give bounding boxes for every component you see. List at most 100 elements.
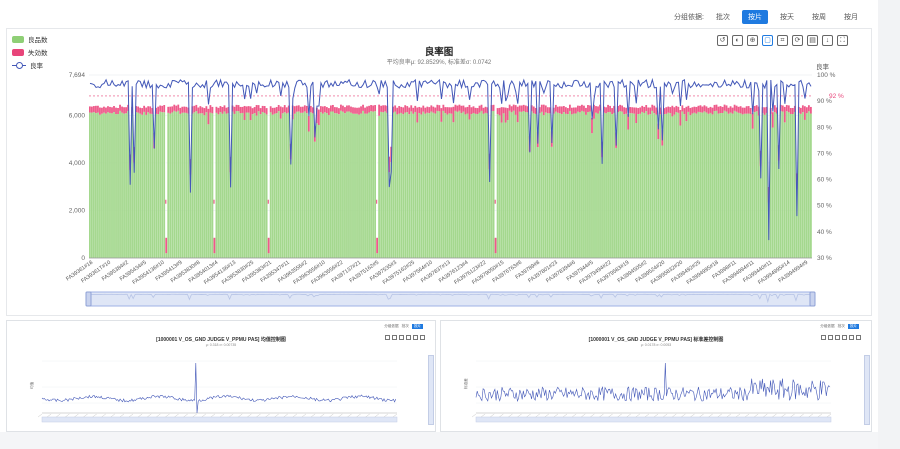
fail-bar	[711, 107, 714, 115]
good-bar	[251, 114, 254, 258]
mini-restore-icon-2[interactable]	[821, 335, 826, 340]
good-bar	[803, 119, 806, 258]
good-bar	[534, 113, 537, 258]
good-bar	[777, 160, 780, 258]
good-bar	[579, 112, 581, 258]
good-bar	[568, 110, 571, 258]
fail-bar	[476, 108, 479, 115]
mini-restore-icon[interactable]	[385, 335, 390, 340]
good-bar	[494, 253, 497, 258]
mini-refresh-icon-2[interactable]	[842, 335, 847, 340]
mini-option-batch-2[interactable]: 批次	[838, 324, 845, 329]
good-bar	[380, 111, 383, 258]
fail-bar	[633, 107, 636, 114]
fail-bar	[669, 107, 672, 114]
fail-bar	[585, 107, 587, 115]
mini-x-tick	[553, 413, 559, 418]
fail-bar	[165, 237, 168, 254]
fail-bar	[609, 105, 611, 112]
gap-fail-mark	[376, 199, 378, 204]
good-bar	[177, 110, 180, 258]
mini-x-tick	[517, 413, 522, 418]
mini-option-wafer-2[interactable]: 按片	[847, 324, 859, 329]
good-bar	[639, 113, 642, 259]
fail-bar	[506, 108, 509, 121]
fail-bar	[193, 105, 196, 113]
good-bar	[346, 111, 348, 259]
mini-zoom-icon-2[interactable]	[828, 335, 833, 340]
fail-bar	[587, 105, 589, 113]
zoom-handle-left[interactable]	[85, 291, 92, 307]
mini-option-batch[interactable]: 批次	[402, 324, 409, 329]
fail-bar	[319, 106, 322, 113]
good-bar	[444, 113, 447, 258]
fail-bar	[271, 107, 274, 115]
mini-select-icon-2[interactable]	[835, 335, 840, 340]
fail-bar	[679, 110, 682, 126]
fail-bar	[408, 107, 411, 115]
good-bar	[518, 111, 521, 258]
fail-bar	[448, 107, 451, 114]
good-bar	[735, 111, 738, 258]
fail-bar	[330, 105, 332, 112]
good-bar	[627, 129, 630, 258]
good-bar	[137, 112, 140, 258]
good-bar	[97, 112, 99, 258]
fail-bar	[325, 107, 328, 114]
mini-data-icon[interactable]	[413, 335, 418, 340]
yield-chart[interactable]: 0 2,000 4,000 6,000 7,694 30 % 40 % 50 % 60 % 70 …	[0, 0, 878, 320]
fail-bar	[595, 106, 597, 113]
fail-bar	[753, 105, 756, 113]
good-bar	[589, 111, 591, 258]
mini-option-wafer[interactable]: 按片	[411, 324, 423, 329]
mini-download-icon-2[interactable]	[856, 335, 861, 340]
fail-bar	[591, 117, 593, 134]
good-bar	[575, 113, 577, 258]
good-bar	[426, 112, 429, 258]
mean-control-chart[interactable]: 均值	[7, 341, 427, 431]
mini-x-tick	[672, 413, 677, 418]
fail-bar	[241, 106, 244, 113]
mini-download-icon[interactable]	[420, 335, 425, 340]
fail-bar	[719, 106, 722, 114]
fail-bar	[400, 106, 403, 113]
mini-select-icon[interactable]	[399, 335, 404, 340]
right-tick-label: 50 %	[817, 203, 832, 210]
fail-bar	[496, 108, 499, 115]
good-bar	[265, 114, 268, 259]
fail-bar	[211, 106, 214, 114]
data-zoom-slider[interactable]	[85, 291, 816, 307]
fail-bar	[484, 106, 487, 113]
mini-zoom-slider[interactable]	[475, 416, 832, 423]
good-bar	[585, 114, 587, 258]
fail-bar	[183, 106, 186, 113]
good-bar	[257, 111, 260, 258]
fail-bar	[558, 106, 561, 114]
fail-bar	[115, 107, 117, 115]
fail-bar	[283, 105, 286, 113]
good-bar	[305, 113, 308, 258]
mini-refresh-icon[interactable]	[406, 335, 411, 340]
mini-data-icon-2[interactable]	[849, 335, 854, 340]
fail-bar	[257, 105, 260, 112]
fail-bar	[143, 105, 146, 112]
fail-bar	[303, 105, 306, 112]
good-bar	[442, 110, 445, 258]
std-control-chart[interactable]: 标准差	[441, 341, 861, 431]
fail-bar	[380, 105, 383, 112]
good-bar	[440, 121, 443, 258]
mini-zoom-slider[interactable]	[41, 416, 398, 423]
mean-chart-vscroll[interactable]	[428, 355, 434, 425]
good-bar	[542, 115, 545, 258]
good-bar	[663, 114, 666, 259]
mini-zoom-icon[interactable]	[392, 335, 397, 340]
good-bar	[631, 113, 634, 258]
good-bar	[307, 131, 310, 258]
zoom-handle-right[interactable]	[809, 291, 816, 307]
page-gutter	[878, 0, 900, 449]
std-chart-vscroll[interactable]	[864, 355, 870, 425]
std-control-chart-card: 分组依据 批次 按片 [1000001 V_OS_GND JUDGE V_PPM…	[440, 320, 872, 432]
good-bar	[163, 112, 166, 259]
fail-bar	[366, 106, 368, 114]
fail-bar	[169, 106, 172, 114]
